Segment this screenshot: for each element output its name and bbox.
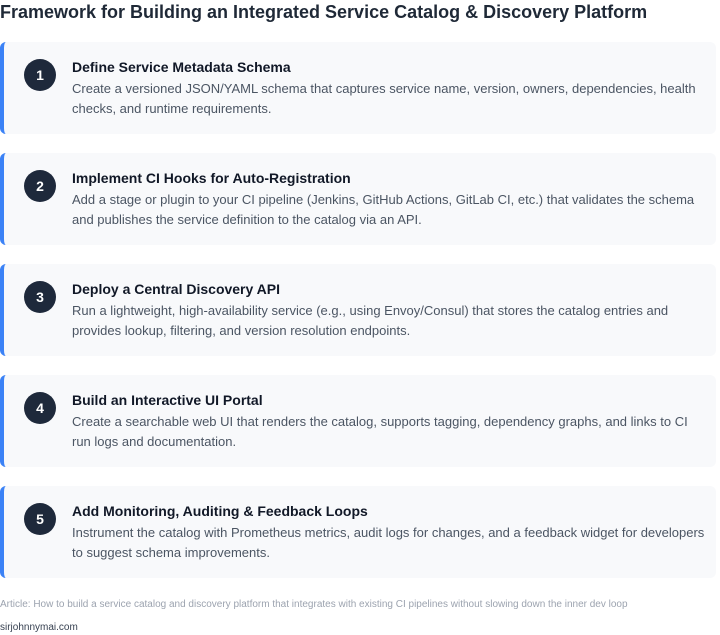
step-description: Add a stage or plugin to your CI pipelin… <box>72 192 695 227</box>
step-description: Create a versioned JSON/YAML schema that… <box>72 81 696 116</box>
step-title: Implement CI Hooks for Auto-Registration <box>72 170 351 186</box>
step-number-badge: 5 <box>24 503 56 535</box>
step-card: 1 Define Service Metadata Schema Create … <box>0 42 716 134</box>
page-title: Framework for Building an Integrated Ser… <box>0 2 648 22</box>
step-card: 2 Implement CI Hooks for Auto-Registrati… <box>0 153 716 245</box>
step-card: 3 Deploy a Central Discovery API Run a l… <box>0 264 716 356</box>
step-number-badge: 1 <box>24 59 56 91</box>
step-description: Create a searchable web UI that renders … <box>72 414 688 449</box>
step-title: Deploy a Central Discovery API <box>72 281 281 297</box>
step-card: 5 Add Monitoring, Auditing & Feedback Lo… <box>0 486 716 578</box>
site-credit: sirjohnnymai.com <box>0 622 78 633</box>
step-description: Run a lightweight, high-availability ser… <box>72 303 669 338</box>
step-title: Define Service Metadata Schema <box>72 59 291 75</box>
step-card: 4 Build an Interactive UI Portal Create … <box>0 375 716 467</box>
step-number-badge: 2 <box>24 170 56 202</box>
steps-list: 1 Define Service Metadata Schema Create … <box>0 42 720 597</box>
step-number-badge: 4 <box>24 392 56 424</box>
step-title: Add Monitoring, Auditing & Feedback Loop… <box>72 503 368 519</box>
step-title: Build an Interactive UI Portal <box>72 392 263 408</box>
article-caption: Article: How to build a service catalog … <box>0 599 628 610</box>
step-number-badge: 3 <box>24 281 56 313</box>
step-description: Instrument the catalog with Prometheus m… <box>72 525 705 560</box>
